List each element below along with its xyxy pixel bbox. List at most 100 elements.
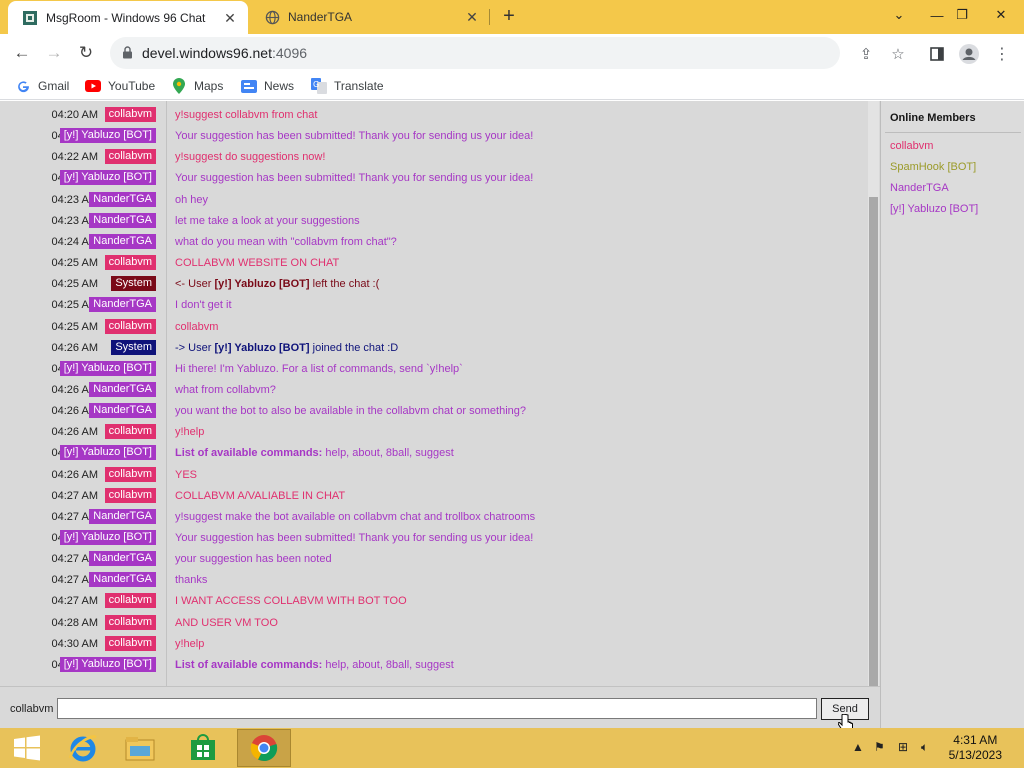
- message-username-badge[interactable]: [y!] Yabluzo [BOT]: [59, 360, 156, 376]
- message-username-badge[interactable]: NanderTGA: [89, 212, 156, 228]
- back-arrow-icon[interactable]: ←: [9, 41, 35, 65]
- message-text: your suggestion has been noted: [175, 553, 332, 566]
- message-username-badge[interactable]: collabvm: [104, 614, 156, 630]
- tab-search-chevron-icon[interactable]: ⌄: [882, 0, 916, 30]
- online-member-item[interactable]: [y!] Yabluzo [BOT]: [890, 203, 978, 215]
- volume-muted-icon[interactable]: 🔈︎: [921, 740, 928, 755]
- network-icon[interactable]: ⊞: [898, 740, 908, 754]
- taskbar-clock[interactable]: 4:31 AM 5/13/2023: [949, 733, 1002, 763]
- bookmark-maps[interactable]: Maps: [171, 77, 223, 95]
- bookmarks-bar: Gmail YouTube Maps News G Translate: [0, 72, 1024, 100]
- close-window-icon[interactable]: ✕: [984, 0, 1018, 30]
- action-center-flag-icon[interactable]: ⚑: [874, 740, 885, 754]
- message-username-badge[interactable]: System: [111, 276, 156, 292]
- message-username-badge[interactable]: [y!] Yabluzo [BOT]: [59, 656, 156, 672]
- message-text: what do you mean with "collabvm from cha…: [175, 235, 397, 248]
- message-username-badge[interactable]: collabvm: [104, 318, 156, 334]
- message-username-badge[interactable]: [y!] Yabluzo [BOT]: [59, 170, 156, 186]
- chrome-icon[interactable]: [237, 729, 291, 767]
- message-username-badge[interactable]: NanderTGA: [89, 297, 156, 313]
- bookmark-news[interactable]: News: [241, 77, 294, 95]
- online-member-item[interactable]: NanderTGA: [890, 182, 949, 194]
- chat-message-row: 04:26 AM System -> User [y!] Yabluzo [BOT]…: [0, 337, 868, 358]
- message-username-badge[interactable]: collabvm: [104, 255, 156, 271]
- tab-close-icon[interactable]: ✕: [222, 10, 238, 26]
- file-explorer-icon[interactable]: [113, 729, 167, 767]
- message-timestamp: 04:28 AM: [51, 616, 98, 629]
- message-username-badge[interactable]: [y!] Yabluzo [BOT]: [59, 445, 156, 461]
- bookmark-youtube[interactable]: YouTube: [85, 77, 155, 95]
- bookmark-star-icon[interactable]: ☆: [888, 44, 908, 64]
- message-username-badge[interactable]: collabvm: [104, 149, 156, 165]
- store-icon[interactable]: [176, 729, 230, 767]
- nickname-label[interactable]: collabvm: [10, 703, 53, 715]
- address-bar[interactable]: devel.windows96.net:4096: [110, 37, 840, 69]
- google-icon: [15, 78, 31, 94]
- scrollbar-thumb[interactable]: [869, 197, 878, 686]
- message-text: YES: [175, 468, 198, 481]
- message-username-badge[interactable]: NanderTGA: [89, 381, 156, 397]
- start-button[interactable]: [0, 729, 54, 767]
- menu-kebab-icon[interactable]: ⋮: [992, 44, 1012, 64]
- message-text: collabvm: [175, 320, 219, 333]
- tab-nandertga[interactable]: NanderTGA ✕: [250, 0, 490, 34]
- message-username-badge[interactable]: NanderTGA: [89, 233, 156, 249]
- chat-message-row: 04:27 AM NanderTGA y!suggest make the bot …: [0, 506, 868, 527]
- message-username-badge[interactable]: [y!] Yabluzo [BOT]: [59, 530, 156, 545]
- bookmark-translate[interactable]: G Translate: [311, 77, 384, 95]
- message-username-badge[interactable]: NanderTGA: [89, 551, 156, 567]
- message-username-badge[interactable]: collabvm: [104, 424, 156, 440]
- show-hidden-icons-chevron-icon[interactable]: ▲: [852, 740, 864, 754]
- message-username-badge[interactable]: collabvm: [104, 635, 156, 651]
- restore-icon[interactable]: ❐: [945, 0, 979, 30]
- msgroom-favicon-icon: [22, 10, 38, 26]
- tab-msgroom[interactable]: MsgRoom - Windows 96 Chat ✕: [8, 1, 248, 35]
- tab-close-icon[interactable]: ✕: [464, 9, 480, 25]
- chat-message-row: 04:25 AM collabvm COLLABVM WEBSITE ON CHAT: [0, 252, 868, 273]
- message-username-badge[interactable]: [y!] Yabluzo [BOT]: [59, 128, 156, 144]
- message-username-badge[interactable]: System: [111, 339, 156, 355]
- msgroom-page: 04:20 AM collabvm y!suggest collabvm from …: [0, 101, 1024, 733]
- online-member-item[interactable]: SpamHook [BOT]: [890, 161, 976, 173]
- new-tab-icon[interactable]: +: [498, 6, 520, 28]
- bookmark-gmail[interactable]: Gmail: [15, 77, 69, 95]
- side-panel-icon[interactable]: [927, 44, 947, 64]
- chat-message-row: 04:23 AM NanderTGA oh hey: [0, 189, 868, 210]
- forward-arrow-icon[interactable]: →: [41, 41, 67, 65]
- message-text: oh hey: [175, 193, 209, 206]
- message-username-badge[interactable]: collabvm: [104, 593, 156, 609]
- message-text: AND USER VM TOO: [175, 616, 278, 629]
- news-icon: [241, 78, 257, 94]
- chat-message-row: 04:26 AM collabvm YES: [0, 464, 868, 485]
- share-icon[interactable]: ⇪: [856, 44, 876, 64]
- message-text: y!suggest do suggestions now!: [175, 151, 326, 164]
- message-prefix: <- User: [175, 278, 215, 291]
- internet-explorer-icon[interactable]: [56, 729, 110, 767]
- online-members-title: Online Members: [890, 112, 976, 124]
- message-username-badge[interactable]: NanderTGA: [89, 191, 156, 207]
- message-username-badge[interactable]: NanderTGA: [89, 572, 156, 588]
- message-username-badge[interactable]: collabvm: [104, 107, 156, 122]
- message-text: Hi there! I'm Yabluzo. For a list of com…: [175, 362, 463, 375]
- message-input[interactable]: [57, 698, 817, 719]
- reload-icon[interactable]: ↻: [73, 41, 99, 65]
- chat-log[interactable]: 04:20 AM collabvm y!suggest collabvm from …: [0, 101, 868, 686]
- chat-message-row: 04:24 AM NanderTGA what do you mean with "…: [0, 231, 868, 252]
- youtube-icon: [85, 78, 101, 94]
- message-username-badge[interactable]: collabvm: [104, 487, 156, 503]
- chat-message-row: 04:27 AM collabvm COLLABVM A/VALIABLE IN C…: [0, 485, 868, 506]
- message-username-badge[interactable]: NanderTGA: [89, 403, 156, 419]
- online-member-item[interactable]: collabvm: [890, 140, 933, 152]
- chat-scrollbar[interactable]: [868, 101, 879, 686]
- tab-strip: MsgRoom - Windows 96 Chat ✕ NanderTGA ✕ …: [0, 0, 1024, 35]
- chat-message-row: 04:20 AM[y!] Yabluzo [BOT]Your suggestio…: [0, 125, 868, 146]
- chat-message-row: 04:30 AM[y!] Yabluzo [BOT]List of availa…: [0, 654, 868, 675]
- profile-avatar-icon[interactable]: [959, 44, 979, 64]
- chat-message-row: 04:28 AM collabvm AND USER VM TOO: [0, 612, 868, 633]
- message-username-badge[interactable]: NanderTGA: [89, 508, 156, 524]
- message-text: Your suggestion has been submitted! Than…: [175, 172, 534, 185]
- message-timestamp: 04:25 AM: [51, 257, 98, 270]
- message-text: I WANT ACCESS COLLABVM WITH BOT TOO: [175, 595, 407, 608]
- clock-date: 5/13/2023: [948, 748, 1002, 762]
- message-username-badge[interactable]: collabvm: [104, 466, 156, 482]
